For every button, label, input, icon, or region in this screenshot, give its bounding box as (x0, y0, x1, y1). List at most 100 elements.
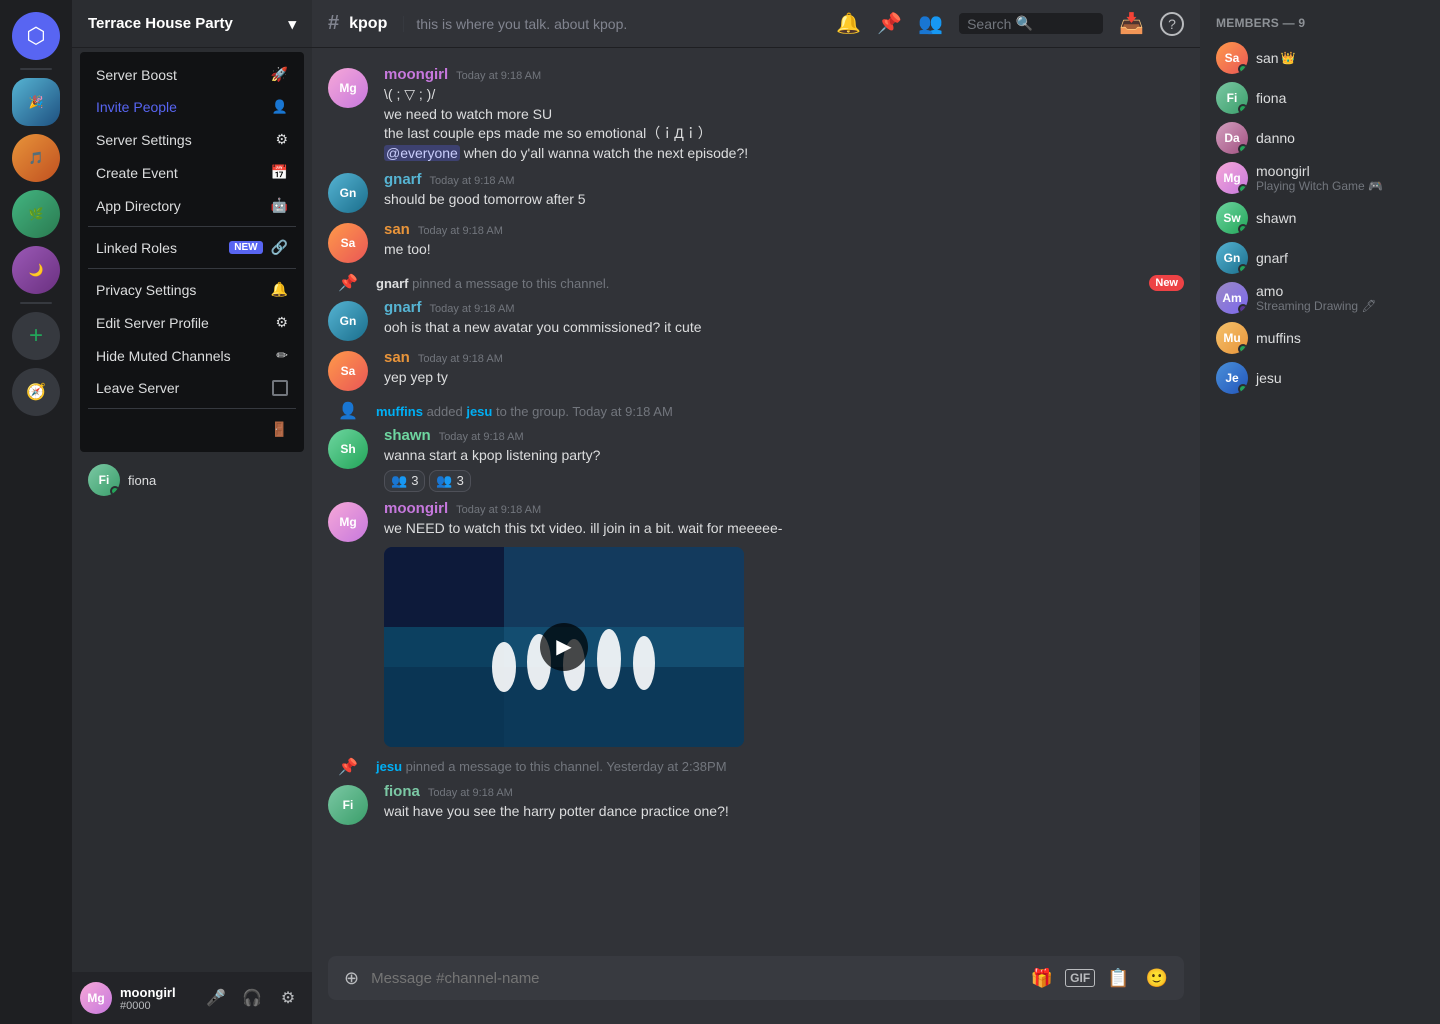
boost-icon: 🚀 (271, 66, 288, 83)
msg-username-fiona[interactable]: fiona (384, 783, 420, 800)
message-text-input[interactable] (363, 970, 1027, 987)
main-content: # kpop this is where you talk. about kpo… (312, 0, 1200, 1024)
menu-item-edit-server-profile[interactable]: Hide Muted Channels ✏ (88, 339, 296, 372)
menu-item-create-event[interactable]: Create Event 📅 (88, 156, 296, 189)
menu-label-create-event: Create Event (96, 165, 178, 181)
msg-username-gnarf[interactable]: gnarf (384, 171, 422, 188)
mute-button[interactable]: 🎤 (200, 982, 232, 1014)
explore-servers-button[interactable]: 🧭 (12, 368, 60, 416)
user-settings-button[interactable]: ⚙ (272, 982, 304, 1014)
notification-bell-icon[interactable]: 🔔 (836, 11, 861, 36)
add-server-button[interactable]: + (12, 312, 60, 360)
server-icon-s2[interactable]: 🎵 (12, 134, 60, 182)
avatar-shawn: Sh (328, 429, 368, 469)
msg-username-shawn[interactable]: shawn (384, 427, 431, 444)
gif-button[interactable]: GIF (1065, 969, 1095, 987)
msg-header-gnarf-1: gnarf Today at 9:18 AM (384, 171, 1184, 188)
member-name-amo: amo (1256, 283, 1377, 299)
pin-icon[interactable]: 📌 (877, 11, 902, 36)
add-attachment-button[interactable]: ⊕ (340, 964, 363, 993)
menu-label-linked-roles: Linked Roles (96, 240, 177, 256)
invite-icon: 👤 (272, 99, 288, 115)
member-item-amo[interactable]: Am amo Streaming Drawing 🖊 (1208, 278, 1432, 318)
gift-icon[interactable]: 🎁 (1027, 964, 1057, 993)
message-group-moongirl-1: Mg moongirl Today at 9:18 AM \( ; ▽ ; )/… (312, 64, 1200, 165)
reaction-1[interactable]: 👥 3 (384, 470, 425, 492)
menu-item-hide-muted-channels[interactable]: Leave Server (88, 372, 296, 404)
server-header[interactable]: Terrace House Party ▾ (72, 0, 312, 48)
member-name-fiona: fiona (1256, 90, 1286, 106)
member-avatar-danno: Da (1216, 122, 1248, 154)
message-group-moongirl-2: Mg moongirl Today at 9:18 AM we NEED to … (312, 498, 1200, 749)
members-toggle-icon[interactable]: 👥 (918, 11, 943, 36)
online-status-dot (110, 486, 120, 496)
msg-username-san-2[interactable]: san (384, 349, 410, 366)
member-item-moongirl[interactable]: Mg moongirl Playing Witch Game 🎮 (1208, 158, 1432, 198)
member-item-fiona[interactable]: Fi fiona (1208, 78, 1432, 118)
menu-item-linked-roles[interactable]: Linked Roles NEW 🔗 (88, 231, 296, 264)
deafen-button[interactable]: 🎧 (236, 982, 268, 1014)
system-target-jesu: jesu (466, 404, 492, 419)
msg-timestamp-san-1: Today at 9:18 AM (418, 225, 503, 237)
member-item-danno[interactable]: Da danno (1208, 118, 1432, 158)
input-area: ⊕ 🎁 GIF 📋 🙂 (312, 956, 1200, 1024)
msg-content-san-2: san Today at 9:18 AM yep yep ty (384, 349, 1184, 391)
checkbox-icon (272, 380, 288, 396)
msg-username-san[interactable]: san (384, 221, 410, 238)
member-item-jesu[interactable]: Je jesu (1208, 358, 1432, 398)
msg-header-fiona: fiona Today at 9:18 AM (384, 783, 1184, 800)
user-controls: 🎤 🎧 ⚙ (200, 982, 304, 1014)
members-sidebar: MEMBERS — 9 Sa san 👑 Fi fiona Da danno M… (1200, 0, 1440, 1024)
menu-item-server-boost[interactable]: Server Boost 🚀 (88, 58, 296, 91)
menu-item-server-settings[interactable]: Server Settings ⚙ (88, 123, 296, 156)
moongirl-status-dot (1238, 184, 1248, 194)
message-group-gnarf-1: Gn gnarf Today at 9:18 AM should be good… (312, 169, 1200, 215)
member-name-moongirl: moongirl (1256, 163, 1383, 179)
msg-username-gnarf-2[interactable]: gnarf (384, 299, 422, 316)
inbox-icon[interactable]: 📥 (1119, 11, 1144, 36)
emoji-button[interactable]: 🙂 (1142, 964, 1172, 993)
msg-header-moongirl-2: moongirl Today at 9:18 AM (384, 500, 1184, 517)
msg-text-gnarf-2: ooh is that a new avatar you commissione… (384, 318, 1184, 338)
menu-label-privacy-settings: Edit Server Profile (96, 315, 209, 331)
menu-item-privacy-settings[interactable]: Edit Server Profile ⚙ (88, 306, 296, 339)
muffins-status-dot (1238, 344, 1248, 354)
menu-item-notification-settings[interactable]: Privacy Settings 🔔 (88, 273, 296, 306)
msg-text-4: @everyone when do y'all wanna watch the … (384, 144, 1184, 164)
member-item-san[interactable]: Sa san 👑 (1208, 38, 1432, 78)
menu-label-server-settings: Server Settings (96, 132, 192, 148)
system-pin-icon: 📌 (328, 273, 368, 293)
server-bar-divider-2 (20, 302, 52, 304)
fiona-channel-name: fiona (128, 473, 156, 488)
msg-text-1: \( ; ▽ ; )/ (384, 85, 1184, 105)
help-icon[interactable]: ? (1160, 12, 1184, 36)
menu-item-leave-server[interactable]: 🚪 (88, 413, 296, 446)
server-icon-s3[interactable]: 🌿 (12, 190, 60, 238)
member-item-muffins[interactable]: Mu muffins (1208, 318, 1432, 358)
linked-roles-icon: 🔗 (271, 239, 288, 256)
discord-logo-icon: ⬡ (26, 23, 45, 49)
reaction-2[interactable]: 👥 3 (429, 470, 470, 492)
msg-header-san-2: san Today at 9:18 AM (384, 349, 1184, 366)
sticker-icon[interactable]: 📋 (1103, 964, 1133, 993)
channel-fiona-item[interactable]: Fi fiona (80, 460, 304, 500)
member-item-gnarf[interactable]: Gn gnarf (1208, 238, 1432, 278)
server-icon-s1[interactable]: 🎉 (12, 78, 60, 126)
video-play-button[interactable]: ▶ (540, 623, 588, 671)
app-directory-icon: 🤖 (271, 197, 288, 214)
server-icon-s4[interactable]: 🌙 (12, 246, 60, 294)
msg-username-moongirl-2[interactable]: moongirl (384, 500, 448, 517)
msg-timestamp: Today at 9:18 AM (456, 70, 541, 82)
menu-item-invite-people[interactable]: Invite People 👤 (88, 91, 296, 123)
discord-home-button[interactable]: ⬡ (12, 12, 60, 60)
member-item-shawn[interactable]: Sw shawn (1208, 198, 1432, 238)
edit-icon: ✏ (276, 347, 288, 364)
msg-timestamp-shawn: Today at 9:18 AM (439, 431, 524, 443)
msg-text-moongirl-2: we NEED to watch this txt video. ill joi… (384, 519, 1184, 539)
server-bar-divider (20, 68, 52, 70)
video-embed[interactable]: ▶ (384, 547, 744, 747)
search-bar[interactable]: Search 🔍 (959, 13, 1103, 34)
fiona-channel-avatar: Fi (88, 464, 120, 496)
msg-username-moongirl[interactable]: moongirl (384, 66, 448, 83)
menu-item-app-directory[interactable]: App Directory 🤖 (88, 189, 296, 222)
